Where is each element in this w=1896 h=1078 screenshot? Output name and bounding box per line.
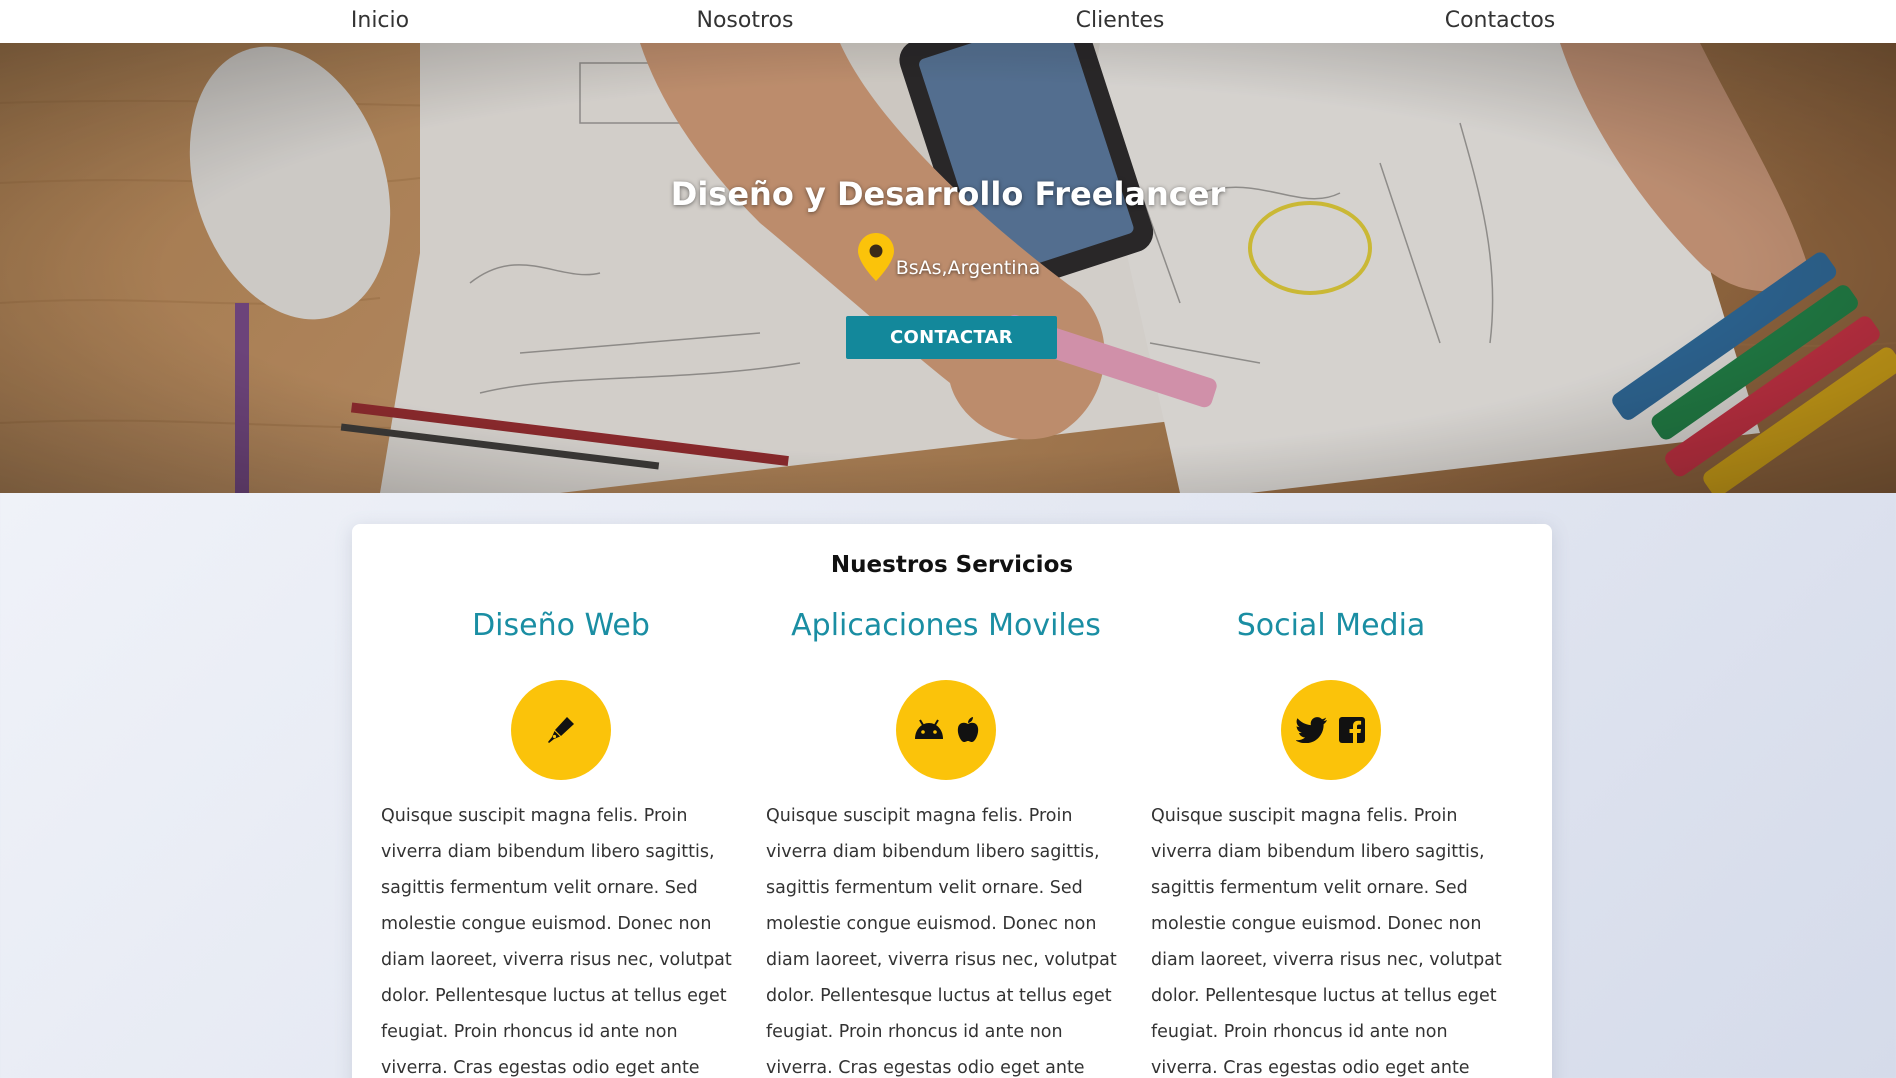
service-heading: Social Media	[1236, 608, 1426, 643]
apple-icon	[957, 717, 979, 742]
service-heading: Aplicaciones Moviles	[791, 608, 1101, 643]
map-pin-icon	[857, 233, 894, 281]
service-description: Quisque suscipit magna felis. Proin vive…	[1151, 806, 1502, 1078]
service-heading: Diseño Web	[472, 608, 650, 643]
android-icon	[915, 719, 943, 739]
service-icon-badge	[511, 680, 611, 780]
location-text: BsAs,Argentina	[895, 257, 1041, 279]
nav-item-clientes[interactable]: Clientes	[1060, 0, 1180, 43]
pen-nib-icon	[548, 717, 574, 743]
hero-location: BsAs,Argentina	[0, 231, 1896, 283]
hero-banner: Diseño y Desarrollo Freelancer BsAs,Arge…	[0, 43, 1896, 493]
services-card: Nuestros Servicios Diseño Web Quisque su…	[352, 524, 1552, 1078]
service-web-design: Diseño Web Quisque suscipit magna felis.…	[381, 604, 741, 1078]
service-icon-badge	[896, 680, 996, 780]
nav-item-inicio[interactable]: Inicio	[330, 0, 430, 43]
service-description: Quisque suscipit magna felis. Proin vive…	[766, 806, 1117, 1078]
hero-title: Diseño y Desarrollo Freelancer	[670, 175, 1226, 213]
service-icon-badge	[1281, 680, 1381, 780]
service-mobile-apps: Aplicaciones Moviles Quisque suscipit ma…	[766, 604, 1126, 1078]
service-description: Quisque suscipit magna felis. Proin vive…	[381, 806, 732, 1078]
contact-button[interactable]: CONTACTAR	[846, 316, 1057, 359]
twitter-icon	[1296, 717, 1327, 743]
nav-item-nosotros[interactable]: Nosotros	[680, 0, 810, 43]
top-navigation: Inicio Nosotros Clientes Contactos	[0, 0, 1896, 43]
facebook-icon	[1339, 717, 1365, 743]
service-social-media: Social Media Quisque suscipit magna feli…	[1151, 604, 1511, 1078]
services-title: Nuestros Servicios	[830, 552, 1074, 578]
nav-item-contactos[interactable]: Contactos	[1430, 0, 1570, 43]
